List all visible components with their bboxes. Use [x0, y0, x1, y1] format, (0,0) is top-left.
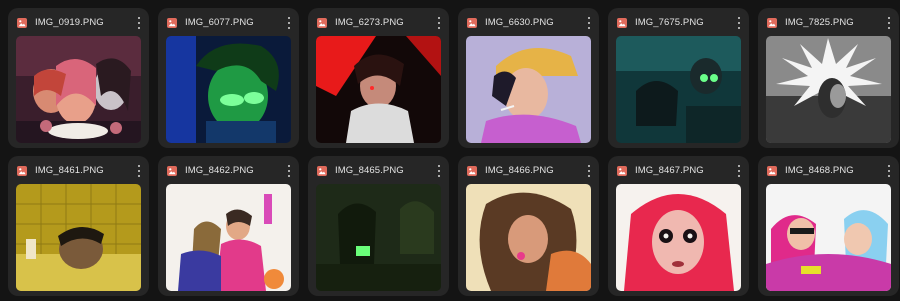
- file-card-header: IMG_8467.PNG: [608, 156, 749, 184]
- image-file-icon: [317, 166, 327, 176]
- file-name: IMG_7825.PNG: [785, 17, 854, 28]
- file-card-header: IMG_6273.PNG: [308, 8, 449, 36]
- more-vert-icon[interactable]: [434, 164, 444, 178]
- image-file-icon: [617, 166, 627, 176]
- file-card[interactable]: IMG_8461.PNG: [8, 156, 149, 296]
- more-vert-icon[interactable]: [734, 16, 744, 30]
- image-file-icon: [317, 18, 327, 28]
- file-card[interactable]: IMG_6273.PNG: [308, 8, 449, 148]
- file-thumbnail[interactable]: [166, 184, 291, 291]
- more-vert-icon[interactable]: [284, 16, 294, 30]
- image-file-icon: [167, 166, 177, 176]
- file-name: IMG_8468.PNG: [785, 165, 854, 176]
- image-file-icon: [617, 18, 627, 28]
- file-card[interactable]: IMG_6630.PNG: [458, 8, 599, 148]
- file-card-header: IMG_8462.PNG: [158, 156, 299, 184]
- file-card[interactable]: IMG_8467.PNG: [608, 156, 749, 296]
- more-vert-icon[interactable]: [584, 164, 594, 178]
- file-thumbnail[interactable]: [16, 36, 141, 143]
- file-name: IMG_6077.PNG: [185, 17, 254, 28]
- more-vert-icon[interactable]: [434, 16, 444, 30]
- more-vert-icon[interactable]: [284, 164, 294, 178]
- more-vert-icon[interactable]: [134, 164, 144, 178]
- file-card-header: IMG_8461.PNG: [8, 156, 149, 184]
- file-card[interactable]: IMG_8466.PNG: [458, 156, 599, 296]
- file-card-header: IMG_8466.PNG: [458, 156, 599, 184]
- more-vert-icon[interactable]: [884, 16, 894, 30]
- file-name: IMG_8467.PNG: [635, 165, 704, 176]
- file-thumbnail[interactable]: [766, 184, 891, 291]
- file-card-header: IMG_8465.PNG: [308, 156, 449, 184]
- file-name: IMG_8465.PNG: [335, 165, 404, 176]
- file-card-header: IMG_8468.PNG: [758, 156, 899, 184]
- file-thumbnail[interactable]: [466, 36, 591, 143]
- file-name: IMG_6630.PNG: [485, 17, 554, 28]
- file-card[interactable]: IMG_0919.PNG: [8, 8, 149, 148]
- image-file-icon: [17, 166, 27, 176]
- more-vert-icon[interactable]: [884, 164, 894, 178]
- file-grid: IMG_0919.PNG IMG_6077.PNG IMG_6273.PNG I…: [0, 0, 900, 301]
- file-thumbnail[interactable]: [316, 184, 441, 291]
- image-file-icon: [467, 166, 477, 176]
- file-thumbnail[interactable]: [16, 184, 141, 291]
- file-thumbnail[interactable]: [166, 36, 291, 143]
- file-card[interactable]: IMG_7675.PNG: [608, 8, 749, 148]
- image-file-icon: [767, 166, 777, 176]
- file-card[interactable]: IMG_7825.PNG: [758, 8, 899, 148]
- file-card[interactable]: IMG_8462.PNG: [158, 156, 299, 296]
- file-name: IMG_6273.PNG: [335, 17, 404, 28]
- file-thumbnail[interactable]: [616, 36, 741, 143]
- file-card-header: IMG_0919.PNG: [8, 8, 149, 36]
- file-thumbnail[interactable]: [616, 184, 741, 291]
- image-file-icon: [467, 18, 477, 28]
- file-name: IMG_8461.PNG: [35, 165, 104, 176]
- file-name: IMG_8462.PNG: [185, 165, 254, 176]
- file-card-header: IMG_7825.PNG: [758, 8, 899, 36]
- image-file-icon: [17, 18, 27, 28]
- more-vert-icon[interactable]: [734, 164, 744, 178]
- file-card-header: IMG_6077.PNG: [158, 8, 299, 36]
- file-thumbnail[interactable]: [766, 36, 891, 143]
- file-card[interactable]: IMG_6077.PNG: [158, 8, 299, 148]
- more-vert-icon[interactable]: [134, 16, 144, 30]
- file-thumbnail[interactable]: [316, 36, 441, 143]
- file-thumbnail[interactable]: [466, 184, 591, 291]
- file-name: IMG_8466.PNG: [485, 165, 554, 176]
- file-name: IMG_0919.PNG: [35, 17, 104, 28]
- file-card-header: IMG_6630.PNG: [458, 8, 599, 36]
- file-card[interactable]: IMG_8468.PNG: [758, 156, 899, 296]
- more-vert-icon[interactable]: [584, 16, 594, 30]
- image-file-icon: [167, 18, 177, 28]
- image-file-icon: [767, 18, 777, 28]
- file-card-header: IMG_7675.PNG: [608, 8, 749, 36]
- file-card[interactable]: IMG_8465.PNG: [308, 156, 449, 296]
- file-name: IMG_7675.PNG: [635, 17, 704, 28]
